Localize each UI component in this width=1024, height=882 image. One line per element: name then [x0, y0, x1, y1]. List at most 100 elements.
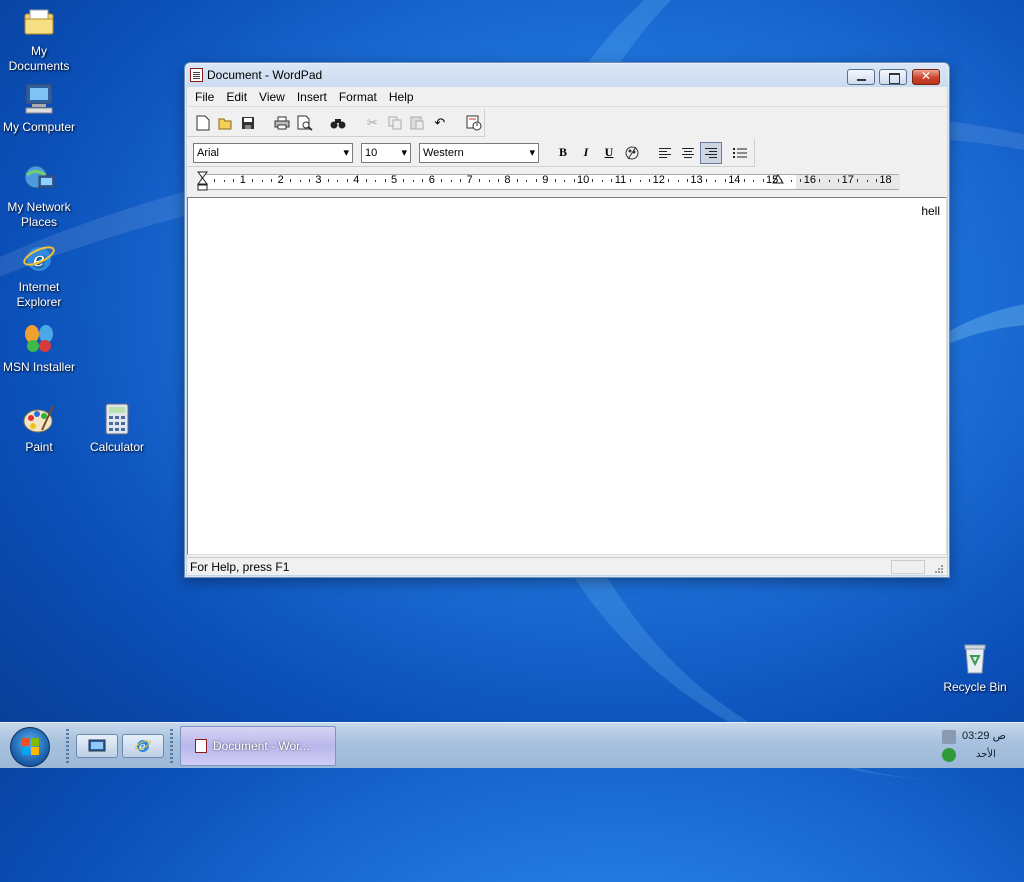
quicklaunch-ie-button[interactable]: e [122, 734, 164, 758]
ruler-tick [271, 179, 273, 182]
ruler[interactable]: 1 2 3 4 5 6 7 8 9 10 11 12 13 14 15 16 17 18 [187, 169, 947, 195]
clock-time[interactable]: 03:29 ص [962, 729, 1006, 742]
desktop-icon-label: My Network Places [7, 200, 71, 229]
ruler-tick [526, 180, 528, 182]
menu-format[interactable]: Format [333, 90, 383, 104]
ruler-tick [403, 179, 405, 182]
print-preview-icon[interactable] [294, 112, 315, 134]
resize-grip-icon[interactable] [933, 563, 943, 573]
ruler-tick [299, 180, 301, 182]
align-right-icon[interactable] [700, 141, 722, 164]
desktop-icon-label: Paint [25, 440, 53, 454]
ruler-tick [554, 179, 556, 182]
ruler-tick [601, 180, 603, 182]
clock-day[interactable]: الأحد [976, 749, 996, 760]
menu-file[interactable]: File [189, 90, 220, 104]
show-desktop-button[interactable] [76, 734, 118, 758]
show-desktop-icon [88, 739, 106, 752]
menu-help[interactable]: Help [383, 90, 420, 104]
ruler-tick [223, 180, 225, 182]
ruler-number: 11 [614, 174, 627, 186]
ruler-tick [800, 179, 802, 182]
paint-palette-icon [22, 402, 56, 436]
wordpad-app-icon [195, 739, 207, 753]
font-name-select[interactable]: Arial [193, 142, 353, 163]
bullets-icon[interactable] [729, 142, 751, 164]
ruler-number: 3 [315, 174, 322, 186]
status-bar: For Help, press F1 [187, 557, 947, 575]
close-button[interactable] [912, 69, 940, 85]
ruler-tick [308, 179, 310, 182]
ruler-tick [375, 180, 377, 182]
ruler-tick [790, 180, 792, 182]
new-document-icon[interactable] [193, 112, 214, 134]
menu-edit[interactable]: Edit [220, 90, 253, 104]
save-disk-icon[interactable] [238, 112, 259, 134]
font-size-select[interactable]: 10 [361, 142, 411, 163]
bold-icon[interactable]: B [552, 142, 574, 164]
desktop-icon-my-computer[interactable]: My Computer [0, 82, 78, 135]
taskbar-button-label: Document - Wor... [213, 739, 310, 753]
maximize-button[interactable] [879, 69, 907, 85]
insert-datetime-icon[interactable] [463, 112, 484, 134]
network-tray-icon[interactable] [942, 730, 956, 744]
ruler-number: 7 [466, 174, 473, 186]
desktop-icon-my-network-places[interactable]: My Network Places [0, 162, 78, 230]
taskbar-grip[interactable] [170, 729, 173, 763]
ruler-number: 9 [542, 174, 549, 186]
text-color-icon[interactable] [621, 142, 643, 164]
ruler-tick [497, 179, 499, 182]
ruler-tick [564, 180, 566, 182]
copy-icon[interactable] [385, 112, 406, 134]
italic-icon[interactable]: I [575, 142, 597, 164]
paste-clipboard-icon[interactable] [407, 112, 428, 134]
align-center-icon[interactable] [677, 142, 699, 164]
taskbar-button-wordpad[interactable]: Document - Wor... [180, 726, 336, 766]
menu-view[interactable]: View [253, 90, 291, 104]
desktop-icon-recycle-bin[interactable]: Recycle Bin [936, 642, 1014, 695]
taskbar: e Document - Wor... 03:29 ص الأحد [0, 722, 1024, 768]
menu-insert[interactable]: Insert [291, 90, 333, 104]
msn-butterfly-icon [22, 322, 56, 356]
desktop-icon-internet-explorer[interactable]: e Internet Explorer [0, 242, 78, 310]
title-bar[interactable]: Document - WordPad [185, 63, 949, 87]
ruler-tick [828, 180, 830, 182]
desktop-icon-calculator[interactable]: Calculator [78, 402, 156, 455]
taskbar-grip[interactable] [66, 729, 69, 763]
ruler-number: 13 [690, 174, 703, 186]
find-binoculars-icon[interactable] [328, 112, 349, 134]
ruler-number: 18 [879, 174, 892, 186]
desktop-icon-paint[interactable]: Paint [0, 402, 78, 455]
undo-icon[interactable]: ↶ [430, 112, 451, 134]
document-editor[interactable]: hell [187, 197, 947, 555]
wordpad-window[interactable]: Document - WordPad File Edit View Insert… [184, 62, 950, 578]
desktop-icon-label: My Computer [2, 120, 76, 134]
ruler-tick [516, 179, 518, 182]
ruler-tick [857, 179, 859, 182]
align-left-icon[interactable] [654, 142, 676, 164]
desktop-icon-label: Recycle Bin [943, 680, 1007, 694]
desktop-icon-msn-installer[interactable]: MSN Installer [0, 322, 78, 375]
print-icon[interactable] [272, 112, 293, 134]
font-name-value: Arial [197, 146, 220, 159]
menu-bar: File Edit View Insert Format Help [187, 87, 947, 107]
ruler-tick [488, 180, 490, 182]
cut-scissors-icon[interactable]: ✂ [362, 112, 383, 134]
network-icon [22, 162, 56, 196]
ruler-tick [592, 179, 594, 182]
underline-icon[interactable]: U [598, 142, 620, 164]
start-button[interactable] [10, 727, 50, 767]
ruler-tick [290, 179, 292, 182]
ruler-tick [724, 179, 726, 182]
wordpad-app-icon[interactable] [190, 68, 203, 82]
script-select[interactable]: Western [419, 142, 539, 163]
security-shield-icon[interactable] [942, 748, 956, 762]
desktop-icon-my-documents[interactable]: My Documents [0, 6, 78, 74]
font-size-value: 10 [365, 146, 378, 159]
computer-icon [22, 82, 56, 116]
open-folder-icon[interactable] [216, 112, 237, 134]
minimize-button[interactable] [847, 69, 875, 85]
ruler-tick [535, 179, 537, 182]
ruler-tick [337, 180, 339, 182]
ruler-number: 16 [803, 174, 817, 186]
